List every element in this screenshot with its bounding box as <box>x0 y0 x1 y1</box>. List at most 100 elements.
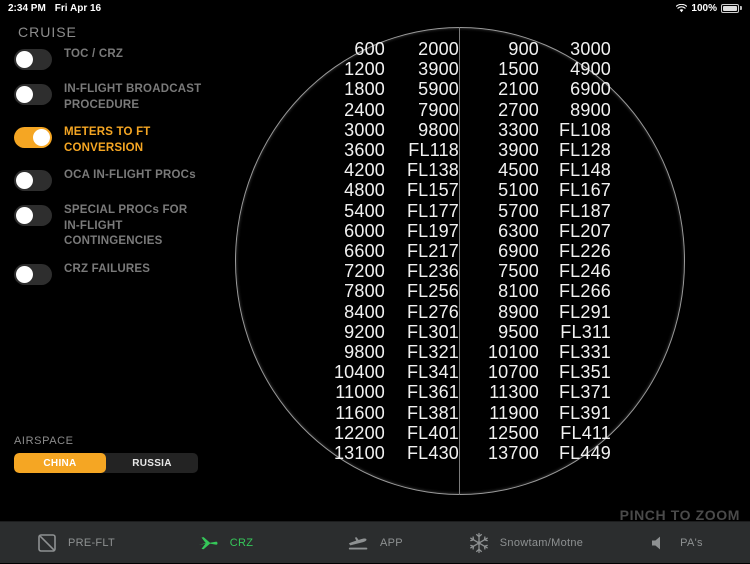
meters-value: 9500 <box>498 321 539 342</box>
feet-value: FL148 <box>558 160 611 181</box>
table-row: 7800 FL256 8100 FL266 <box>325 281 611 301</box>
table-row: 12200 FL401 12500 FL411 <box>325 423 611 443</box>
sidebar-item-label: IN-FLIGHT BROADCAST PROCEDURE <box>64 83 202 111</box>
sidebar-item-label: OCA IN-FLIGHT PROCs <box>64 169 196 181</box>
airspace-label: AIRSPACE <box>14 435 74 447</box>
meters-value: 7500 <box>498 261 539 282</box>
airplane-icon <box>197 531 221 555</box>
meters-value: 6600 <box>344 241 385 262</box>
table-row: 2400 7900 2700 8900 <box>325 100 611 120</box>
feet-value: 4900 <box>570 59 611 80</box>
feet-value: 3900 <box>418 59 459 80</box>
meters-value: 3300 <box>498 119 539 140</box>
meters-value: 9200 <box>344 321 385 342</box>
meters-value: 10400 <box>333 362 385 383</box>
battery-percent: 100% <box>691 2 717 14</box>
toggle-switch-special-procs-inflight-contingencies[interactable] <box>14 205 52 226</box>
table-row: 7200 FL236 7500 FL246 <box>325 261 611 281</box>
meters-value: 3600 <box>344 140 385 161</box>
table-row: 9800 FL321 10100 FL331 <box>325 342 611 362</box>
feet-value: FL167 <box>558 180 611 201</box>
feet-value: FL217 <box>406 241 459 262</box>
toggle-switch-oca-inflight-procs[interactable] <box>14 170 52 191</box>
toggle-switch-inflight-broadcast-procedure[interactable] <box>14 84 52 105</box>
meters-value: 13700 <box>487 443 539 464</box>
feet-value: FL207 <box>558 220 611 241</box>
meters-value: 10700 <box>487 362 539 383</box>
feet-value: 6900 <box>570 79 611 100</box>
table-row: 9200 FL301 9500 FL311 <box>325 322 611 342</box>
toggle-switch-crz-failures[interactable] <box>14 263 52 285</box>
feet-value: FL291 <box>558 301 611 322</box>
meters-value: 9800 <box>344 342 385 363</box>
feet-value: FL301 <box>406 321 459 342</box>
feet-value: FL430 <box>406 443 459 464</box>
checklist-icon <box>35 531 59 555</box>
meters-value: 7800 <box>344 281 385 302</box>
meters-value: 11600 <box>335 402 385 423</box>
meters-value: 8100 <box>498 281 539 302</box>
snowflake-icon <box>467 531 491 555</box>
table-row: 1200 3900 1500 4900 <box>325 59 611 79</box>
airspace-section: AIRSPACE CHINA RUSSIA <box>14 435 198 473</box>
page-title: CRUISE <box>18 24 77 40</box>
tab-snowtam-motne[interactable]: Snowtam/Motne <box>450 522 600 564</box>
meters-value: 600 <box>354 39 385 59</box>
feet-value: FL226 <box>558 241 611 262</box>
sidebar-item-toc-crz[interactable]: TOC / CRZ <box>0 47 210 70</box>
airspace-segmented-control[interactable]: CHINA RUSSIA <box>14 453 198 473</box>
meters-value: 900 <box>508 39 539 59</box>
meters-value: 10100 <box>487 342 539 363</box>
feet-value: FL311 <box>560 321 611 342</box>
tab-crz[interactable]: CRZ <box>150 522 300 564</box>
sidebar-item-label: CRZ FAILURES <box>64 262 151 275</box>
status-date: Fri Apr 16 <box>54 2 102 14</box>
meters-value: 6900 <box>498 241 539 262</box>
meters-value: 6300 <box>498 220 539 241</box>
meters-value: 2700 <box>498 99 539 120</box>
status-bar-right: 100% <box>676 3 742 14</box>
tab-pre-flt[interactable]: PRE-FLT <box>0 522 150 564</box>
wifi-icon <box>676 3 688 13</box>
meters-value: 11000 <box>335 382 385 403</box>
toggle-list: TOC / CRZ IN-FLIGHT BROADCAST PROCEDURE … <box>0 47 210 297</box>
feet-value: FL108 <box>558 119 611 140</box>
sidebar-item-meters-to-ft-conversion[interactable]: METERS TO FT CONVERSION <box>0 125 210 156</box>
airspace-option-china[interactable]: CHINA <box>14 453 106 473</box>
meters-value: 4800 <box>344 180 385 201</box>
meters-value: 11300 <box>489 382 539 403</box>
tab-label: PA's <box>680 536 703 549</box>
feet-value: FL266 <box>558 281 611 302</box>
status-time: 2:34 PM <box>8 2 46 14</box>
sidebar-item-crz-failures[interactable]: CRZ FAILURES <box>0 262 210 285</box>
feet-value: FL128 <box>558 140 611 161</box>
sidebar-item-special-procs-inflight-contingencies[interactable]: SPECIAL PROCs FOR IN-FLIGHT CONTINGENCIE… <box>0 203 210 250</box>
feet-value: FL138 <box>406 160 459 181</box>
speaker-icon <box>647 531 671 555</box>
tab-pas[interactable]: PA's <box>600 522 750 564</box>
feet-value: FL391 <box>558 402 611 423</box>
tab-label: CRZ <box>229 536 254 549</box>
feet-value: 9800 <box>418 119 459 140</box>
toggle-switch-toc-crz[interactable] <box>14 49 52 70</box>
meters-value: 12500 <box>487 422 539 443</box>
meters-value: 2400 <box>344 99 385 120</box>
meters-value: 4500 <box>498 160 539 181</box>
table-row: 600 2000 900 3000 <box>325 39 611 59</box>
feet-value: FL177 <box>406 200 459 221</box>
table-row: 6600 FL217 6900 FL226 <box>325 241 611 261</box>
meters-value: 1500 <box>498 59 539 80</box>
tab-app[interactable]: APP <box>300 522 450 564</box>
toggle-switch-meters-to-ft-conversion[interactable] <box>14 127 52 148</box>
feet-value: FL197 <box>406 220 459 241</box>
sidebar-item-inflight-broadcast-procedure[interactable]: IN-FLIGHT BROADCAST PROCEDURE <box>0 82 210 113</box>
tab-label: PRE-FLT <box>67 536 116 549</box>
sidebar-item-oca-inflight-procs[interactable]: OCA IN-FLIGHT PROCs <box>0 168 210 191</box>
conversion-table-wrapper[interactable]: 600 2000 900 3000 1200 3900 1500 4900 1800 5900 21… <box>210 16 750 521</box>
airspace-option-russia[interactable]: RUSSIA <box>106 453 198 473</box>
meters-value: 3000 <box>344 119 385 140</box>
feet-value: FL411 <box>560 422 611 443</box>
table-row: 3000 9800 3300 FL108 <box>325 120 611 140</box>
feet-value: FL276 <box>406 301 459 322</box>
feet-value: FL246 <box>558 261 611 282</box>
